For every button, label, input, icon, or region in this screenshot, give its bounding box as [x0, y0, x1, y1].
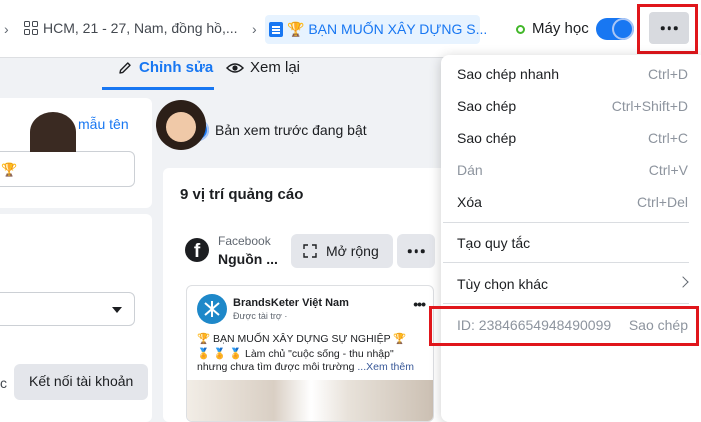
expand-button-label: Mở rộng — [326, 243, 379, 259]
menu-divider — [443, 303, 689, 304]
menu-item-duplicate[interactable]: Sao chép Ctrl+Shift+D — [441, 89, 701, 121]
post-image-face — [166, 112, 196, 142]
menu-item-create-rule[interactable]: Tạo quy tắc — [441, 226, 701, 258]
expand-icon — [303, 244, 317, 258]
connect-account-label: Kết nối tài khoản — [29, 373, 134, 389]
facebook-logo-icon: f — [185, 238, 209, 262]
post-more-icon[interactable]: ••• — [413, 296, 426, 312]
menu-item-delete[interactable]: Xóa Ctrl+Del — [441, 185, 701, 217]
menu-item-label: Tùy chọn khác — [457, 276, 549, 292]
post-image — [187, 380, 433, 421]
ad-name-panel: Tạo mẫu tên 🏆 — [0, 98, 152, 208]
menu-item-shortcut: Ctrl+C — [647, 130, 688, 146]
status-label: Máy học — [532, 20, 589, 37]
menu-item-shortcut: Ctrl+D — [647, 66, 688, 82]
ad-name-input[interactable]: 🏆 — [0, 151, 135, 187]
preview-more-button[interactable] — [397, 234, 435, 268]
menu-divider — [443, 222, 689, 223]
ad-post-preview: BrandsKeter Việt Nam Được tài trợ · ••• … — [186, 285, 434, 422]
ad-name-value: 🏆 — [1, 162, 18, 177]
tab-edit[interactable]: Chỉnh sửa — [102, 58, 214, 90]
status-toggle[interactable] — [596, 18, 634, 40]
more-options-menu: Sao chép nhanh Ctrl+D Sao chép Ctrl+Shif… — [441, 55, 701, 422]
menu-item-label: Sao chép — [457, 98, 517, 114]
caret-down-icon — [112, 307, 122, 313]
campaign-grid-icon — [24, 21, 38, 35]
see-more-link[interactable]: ...Xem thêm — [357, 361, 414, 373]
breadcrumb-ad-set[interactable]: HCM, 21 - 27, Nam, đồng hồ,... — [43, 20, 238, 36]
menu-divider — [443, 262, 689, 263]
tab-review[interactable]: Xem lại — [224, 58, 314, 90]
eye-icon — [226, 63, 244, 73]
menu-item-more-options[interactable]: Tùy chọn khác — [441, 267, 701, 299]
tab-review-label: Xem lại — [250, 59, 301, 76]
sponsored-label: Được tài trợ · — [233, 311, 288, 321]
page-avatar — [197, 294, 227, 324]
preview-toggle-label: Bản xem trước đang bật — [215, 122, 367, 138]
menu-item-quick-duplicate[interactable]: Sao chép nhanh Ctrl+D — [441, 57, 701, 89]
post-text-line: nhưng chưa tìm được môi trường ...Xem th… — [197, 361, 414, 373]
menu-item-shortcut: Ctrl+Shift+D — [611, 98, 688, 114]
platform-placement: Nguồn ... — [218, 251, 278, 267]
pencil-icon — [119, 62, 131, 74]
platform-name: Facebook — [218, 234, 271, 248]
expand-button[interactable]: Mở rộng — [291, 234, 393, 268]
chevron-right-icon — [677, 276, 689, 288]
menu-item-label: Sao chép — [457, 130, 517, 146]
highlight-box-ad-id — [429, 306, 699, 346]
menu-item-label: Xóa — [457, 194, 482, 210]
breadcrumb-ad[interactable]: 🏆 BẠN MUỐN XÂY DỰNG S... — [265, 15, 487, 44]
status-dot-icon — [516, 25, 525, 34]
top-bar: › HCM, 21 - 27, Nam, đồng hồ,... › 🏆 BẠN… — [0, 0, 701, 58]
menu-item-shortcut: Ctrl+V — [648, 162, 688, 178]
ad-document-icon — [269, 22, 283, 37]
post-text-line: 🏆 BẠN MUỐN XÂY DỰNG SỰ NGHIỆP 🏆 — [197, 333, 407, 345]
placements-title: 9 vị trí quảng cáo — [180, 186, 304, 203]
menu-item-copy[interactable]: Sao chép Ctrl+C — [441, 121, 701, 153]
post-text-line3: nhưng chưa tìm được môi trường — [197, 361, 355, 373]
post-image-person — [30, 112, 76, 152]
connect-account-button[interactable]: Kết nối tài khoản — [14, 364, 148, 400]
post-text-line: 🏅 🏅 🏅 Làm chủ "cuộc sống - thu nhập" — [197, 348, 394, 360]
menu-item-label: Tạo quy tắc — [457, 235, 531, 251]
page-select[interactable] — [0, 292, 135, 326]
chevron-right-icon: › — [4, 21, 9, 37]
truncated-label: c — [0, 375, 7, 391]
highlight-box-more-button — [637, 4, 698, 54]
chevron-right-icon: › — [252, 21, 257, 37]
brand-logo-icon — [204, 301, 220, 317]
menu-item-paste[interactable]: Dán Ctrl+V — [441, 153, 701, 185]
tab-edit-label: Chỉnh sửa — [139, 59, 214, 76]
more-dots-icon — [407, 249, 425, 253]
post-page-name: BrandsKeter Việt Nam — [233, 297, 349, 309]
menu-item-label: Sao chép nhanh — [457, 66, 559, 82]
edit-review-tabs: Chỉnh sửa Xem lại — [0, 58, 440, 90]
menu-item-shortcut: Ctrl+Del — [637, 194, 688, 210]
breadcrumb-ad-label: 🏆 BẠN MUỐN XÂY DỰNG S... — [287, 21, 488, 37]
menu-item-label: Dán — [457, 162, 483, 178]
